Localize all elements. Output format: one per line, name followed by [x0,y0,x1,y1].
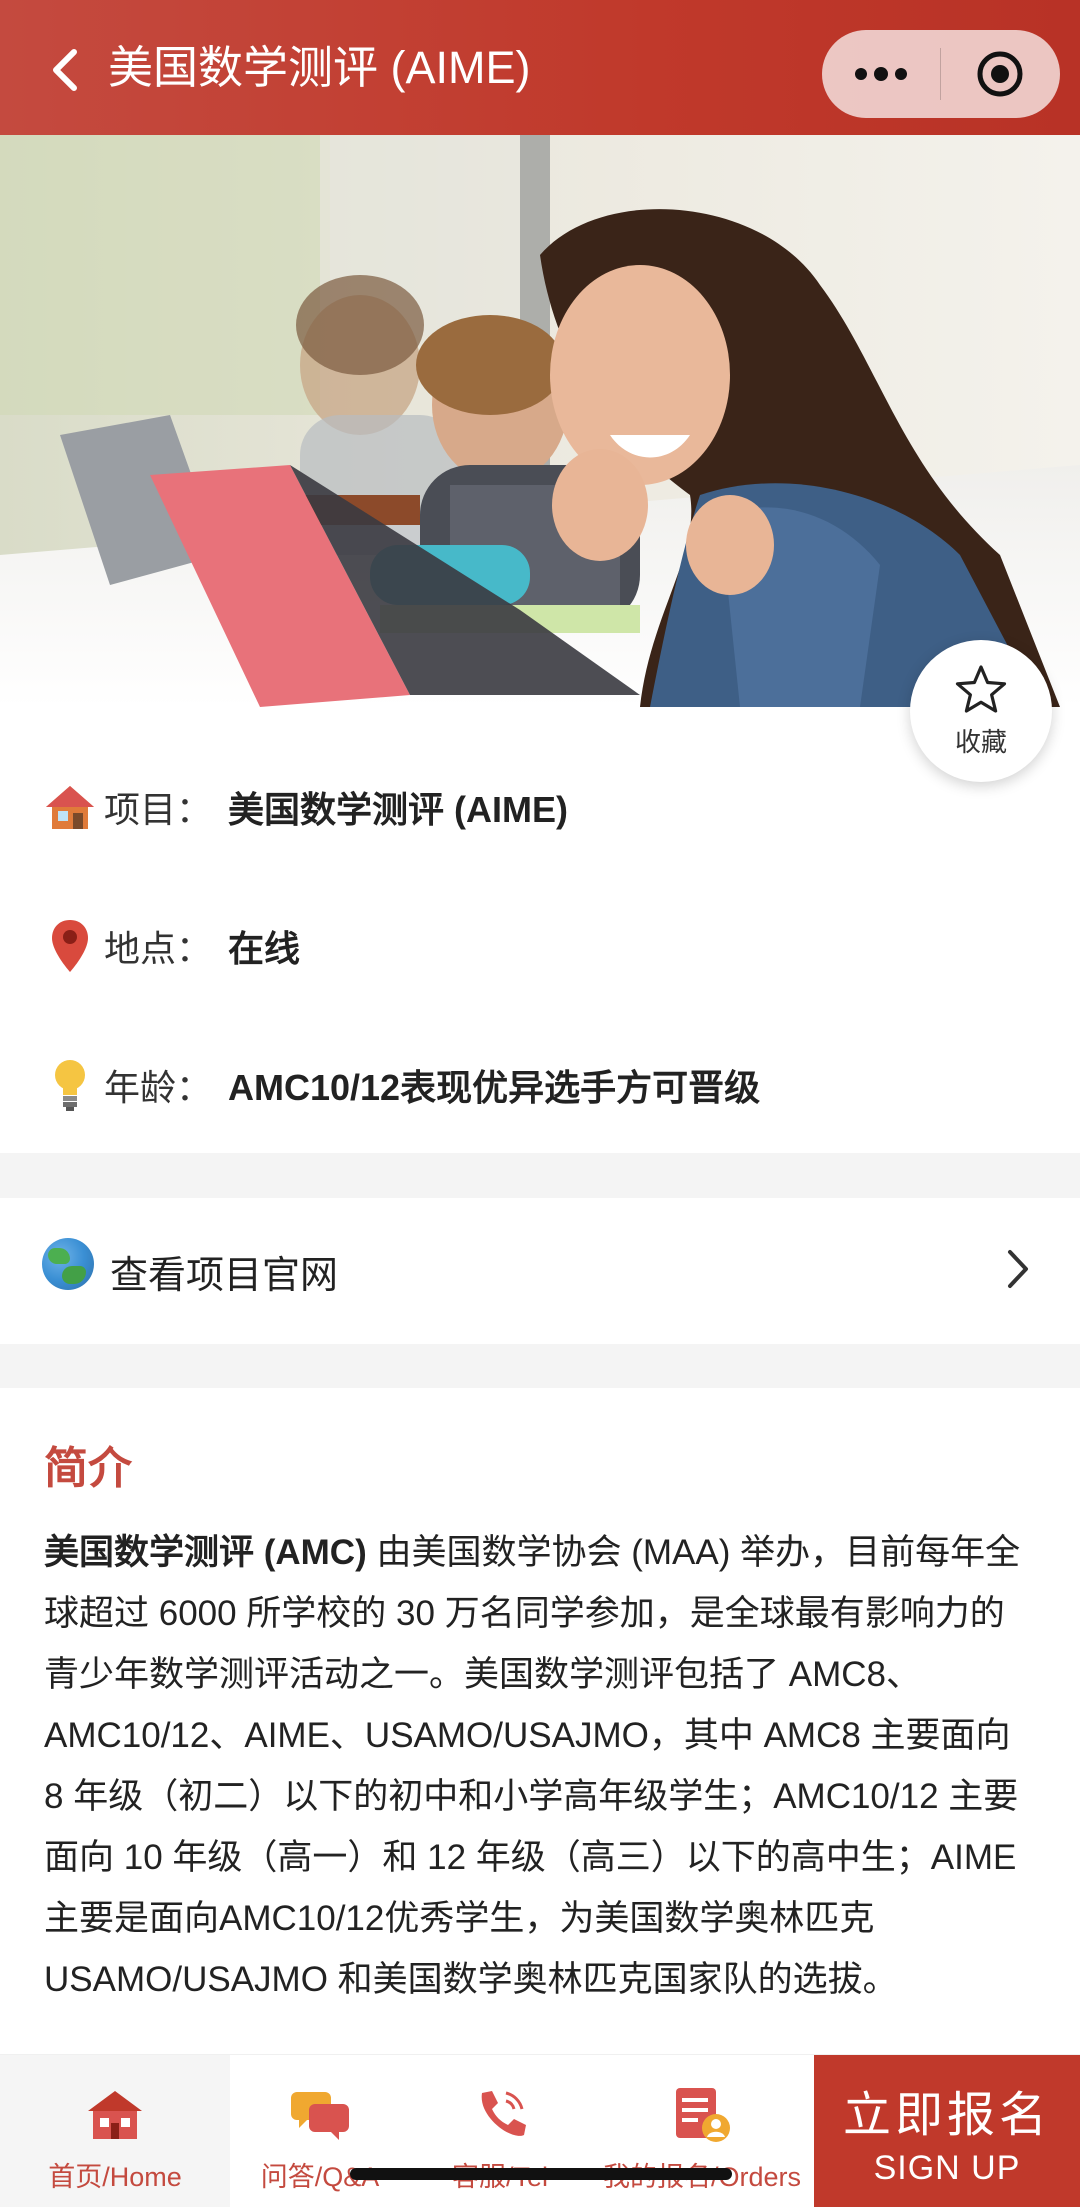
info-key: 项目： [104,789,213,830]
target-icon [977,51,1023,97]
page-title: 美国数学测评 (AIME) [108,42,531,93]
house-icon [44,779,96,835]
top-nav-bar: 美国数学测评 (AIME) [0,0,1080,135]
info-row-project: 项目： 美国数学测评 (AIME) [44,772,568,842]
info-row-age: 年龄： AMC10/12表现优异选手方可晋级 [44,1050,760,1120]
more-button[interactable] [822,30,940,118]
tab-tel[interactable]: 客服/Tel [410,2055,590,2207]
students-celebrating-photo [0,135,1080,707]
more-dots-icon [855,67,907,81]
sign-up-button[interactable]: 立即报名 SIGN UP [814,2055,1080,2207]
section-divider [0,1344,1080,1388]
intro-bold-lead: 美国数学测评 (AMC) [44,1533,367,1572]
tab-home[interactable]: 首页/Home [0,2055,230,2207]
lightbulb-icon [44,1057,96,1113]
hero-image [0,135,1080,707]
tab-label: 首页/Home [48,2162,182,2192]
chevron-left-icon [53,49,77,91]
info-key: 年龄： [104,1067,213,1108]
orders-icon [670,2085,734,2145]
globe-icon [42,1238,94,1290]
favorite-button[interactable]: 收藏 [910,640,1052,782]
home-icon [83,2085,147,2145]
sign-up-label-cn: 立即报名 [842,2088,1051,2142]
home-indicator[interactable] [350,2168,732,2180]
info-value: 美国数学测评 (AIME) [228,789,568,830]
chevron-right-icon [1008,1250,1028,1288]
mini-program-capsule [822,30,1060,118]
sign-up-label-en: SIGN UP [873,2148,1021,2187]
intro-text: 由美国数学协会 (MAA) 举办，目前每年全球超过 6000 所学校的 30 万… [44,1533,1021,1999]
star-icon [955,664,1007,713]
section-divider [0,1153,1080,1198]
info-value: AMC10/12表现优异选手方可晋级 [228,1067,761,1108]
phone-icon [468,2085,532,2145]
view-website-row[interactable]: 查看项目官网 [0,1198,1080,1344]
tab-orders[interactable]: 我的报名/Orders [590,2055,814,2207]
intro-title: 简介 [44,1444,132,1493]
intro-body: 美国数学测评 (AMC) 由美国数学协会 (MAA) 举办，目前每年全球超过 6… [44,1522,1036,2010]
chat-bubbles-icon [288,2085,352,2145]
tab-qa[interactable]: 问答/Q&A [230,2055,410,2207]
back-button[interactable] [40,40,90,100]
info-row-location: 地点： 在线 [44,911,300,981]
location-pin-icon [44,918,96,974]
info-key: 地点： [104,928,213,969]
view-website-label: 查看项目官网 [110,1255,339,1297]
close-mini-program-button[interactable] [941,30,1059,118]
info-value: 在线 [228,928,301,969]
favorite-label: 收藏 [954,726,1007,757]
